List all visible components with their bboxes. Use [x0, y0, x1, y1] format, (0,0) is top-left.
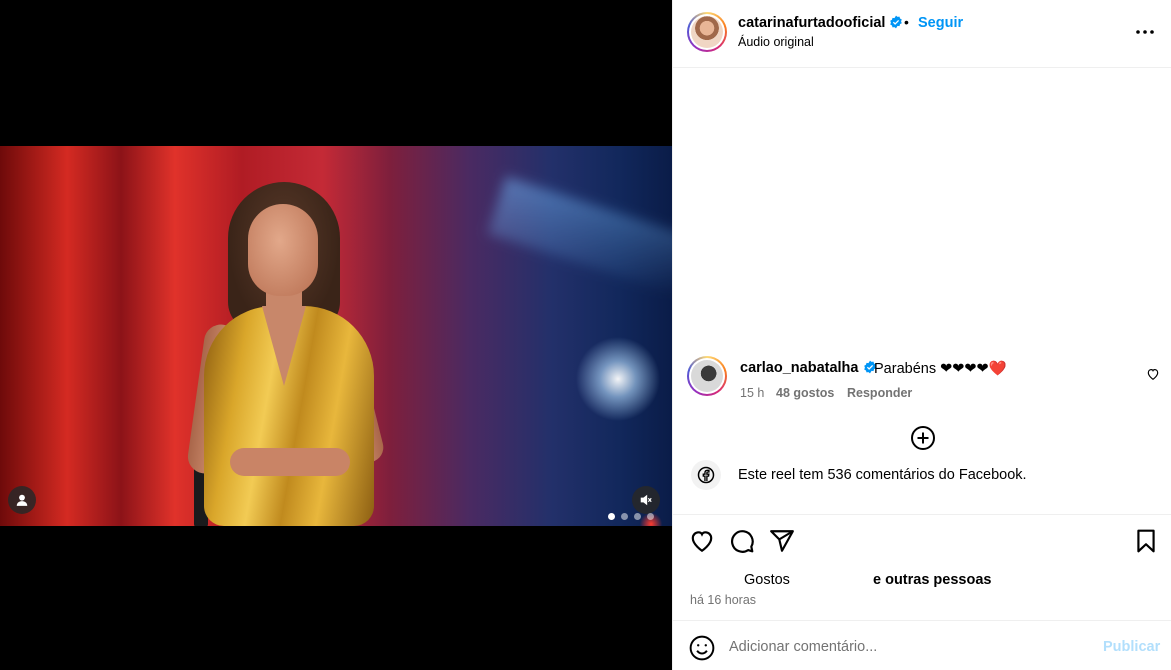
- commenter-username-text: carlao_nabatalha: [740, 360, 859, 376]
- comment-bubble-icon[interactable]: [729, 528, 755, 554]
- comment-likes[interactable]: 48 gostos: [776, 386, 834, 400]
- likes-others[interactable]: e outras pessoas: [873, 572, 991, 588]
- hands: [230, 448, 350, 476]
- commenter-photo: [691, 360, 723, 392]
- audio-label[interactable]: Áudio original: [738, 35, 814, 49]
- presenter-figure: [185, 174, 410, 526]
- comment-like-heart-icon[interactable]: [1146, 367, 1160, 381]
- media-pane: [0, 0, 672, 670]
- author-photo: [691, 16, 723, 48]
- post-time-ago[interactable]: há 16 horas: [690, 593, 756, 607]
- mute-button[interactable]: [632, 486, 660, 514]
- reply-button[interactable]: Responder: [847, 386, 912, 400]
- face: [248, 204, 318, 296]
- author-username[interactable]: catarinafurtadooficial: [738, 15, 903, 31]
- comment-item: carlao_nabatalha Parabéns ❤❤❤❤❤️ 15 h 48…: [673, 354, 1171, 414]
- follow-button[interactable]: Seguir: [918, 15, 963, 31]
- verified-badge-icon: [890, 15, 903, 29]
- author-avatar[interactable]: [687, 12, 727, 52]
- carousel-dot[interactable]: [621, 513, 628, 520]
- commenter-username[interactable]: carlao_nabatalha: [740, 360, 877, 376]
- share-send-icon[interactable]: [769, 528, 795, 554]
- dress-neckline: [262, 306, 306, 386]
- facebook-icon: [691, 460, 721, 490]
- instagram-post-viewer: catarinafurtadooficial • Seguir Áudio or…: [0, 0, 1171, 670]
- like-heart-icon[interactable]: [689, 528, 715, 554]
- carousel-dot[interactable]: [647, 513, 654, 520]
- commenter-avatar[interactable]: [687, 356, 727, 396]
- post-details-panel: catarinafurtadooficial • Seguir Áudio or…: [672, 0, 1171, 670]
- author-username-text: catarinafurtadooficial: [738, 15, 886, 31]
- reel-video[interactable]: [0, 146, 672, 526]
- comment-input[interactable]: [729, 634, 1089, 660]
- facebook-logo-icon: [697, 466, 715, 484]
- stage-light: [487, 176, 672, 296]
- separator-dot: •: [904, 14, 909, 30]
- carousel-dot[interactable]: [634, 513, 641, 520]
- publish-button[interactable]: Publicar: [1103, 639, 1160, 655]
- save-bookmark-icon[interactable]: [1133, 528, 1159, 554]
- more-horizontal-icon: [1136, 30, 1154, 34]
- post-header: catarinafurtadooficial • Seguir Áudio or…: [673, 0, 1171, 68]
- comment-time[interactable]: 15 h: [740, 386, 764, 400]
- speaker-muted-icon: [640, 494, 652, 506]
- load-more-comments-icon[interactable]: [910, 425, 936, 451]
- facebook-comments-text: Este reel tem 536 comentários do Faceboo…: [738, 467, 1027, 483]
- facebook-comments-notice: Este reel tem 536 comentários do Faceboo…: [673, 458, 1171, 492]
- emoji-picker-icon[interactable]: [689, 635, 715, 661]
- comment-text: Parabéns ❤❤❤❤❤️: [874, 361, 1007, 377]
- carousel-dots: [608, 513, 654, 520]
- more-options-button[interactable]: [1133, 22, 1157, 42]
- carousel-dot[interactable]: [608, 513, 615, 520]
- comment-composer: Publicar: [673, 620, 1171, 670]
- tagged-users-button[interactable]: [8, 486, 36, 514]
- post-actions: Gostos e outras pessoas há 16 horas: [673, 514, 1171, 620]
- user-icon: [16, 494, 28, 506]
- likes-label[interactable]: Gostos: [744, 572, 790, 588]
